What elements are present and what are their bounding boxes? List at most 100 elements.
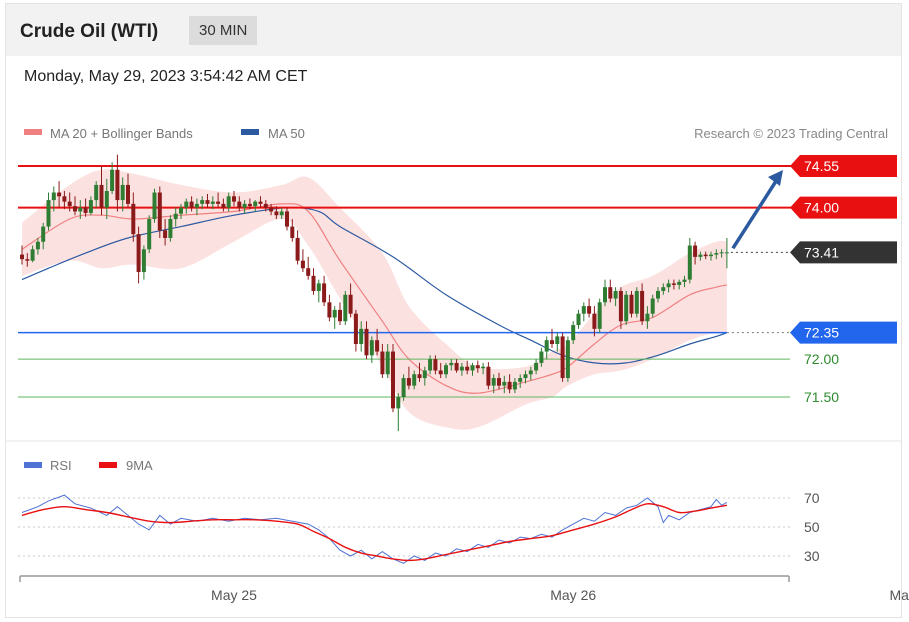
candle-body xyxy=(173,213,178,220)
candle xyxy=(322,275,327,307)
candle-body xyxy=(396,397,401,409)
candle-body xyxy=(200,200,205,204)
candle-body xyxy=(576,313,581,326)
rsi-legend-swatch xyxy=(24,462,42,468)
candle-body xyxy=(338,309,342,322)
candle xyxy=(152,188,157,223)
candle-body xyxy=(560,336,565,379)
candle-body xyxy=(608,287,613,299)
candle-body xyxy=(565,340,570,379)
candle-body xyxy=(640,290,645,322)
candle-body xyxy=(618,290,623,322)
candle-body xyxy=(126,184,130,204)
candle xyxy=(327,294,332,322)
candle-body xyxy=(687,245,692,280)
candle-body xyxy=(629,294,634,314)
candle-body xyxy=(147,219,152,250)
candle-body xyxy=(433,359,438,371)
candle-body xyxy=(661,287,666,291)
candle-body xyxy=(327,302,332,318)
candle-body xyxy=(131,203,136,235)
candle-body xyxy=(263,203,268,208)
candle xyxy=(343,290,348,326)
candle-body xyxy=(385,351,390,375)
candle-body xyxy=(475,365,480,369)
candle xyxy=(300,249,305,273)
candle-body xyxy=(454,362,459,371)
candle-body xyxy=(719,252,724,254)
candle-body xyxy=(247,203,252,207)
candle xyxy=(550,328,554,348)
candle xyxy=(295,230,300,265)
candle xyxy=(401,374,406,401)
resistance-value: 74.55 xyxy=(804,158,839,174)
candle-body xyxy=(666,283,671,288)
ma50-legend-label: MA 50 xyxy=(268,126,305,141)
candle-body xyxy=(539,351,544,363)
candle-body xyxy=(99,184,104,208)
candle-body xyxy=(110,169,115,191)
candle-body xyxy=(210,201,215,204)
candle-body xyxy=(115,169,120,201)
candle-body xyxy=(656,290,660,299)
candle-body xyxy=(253,201,258,207)
candle-body xyxy=(380,351,385,375)
candle-body xyxy=(603,287,607,303)
candle xyxy=(391,343,395,413)
candle-body xyxy=(120,184,125,201)
candle xyxy=(634,287,639,318)
candle-body xyxy=(94,184,99,201)
candle-body xyxy=(189,201,194,208)
candle xyxy=(136,226,141,284)
candle-body xyxy=(375,340,380,352)
candle-body xyxy=(62,196,67,202)
candle-body xyxy=(88,200,93,213)
candle-body xyxy=(152,192,157,220)
research-credit: Research © 2023 Trading Central xyxy=(694,126,888,141)
x-tick-label: May 26 xyxy=(550,587,596,603)
candle xyxy=(603,279,607,307)
candle-body xyxy=(104,190,109,208)
candle xyxy=(486,362,491,390)
candle-body xyxy=(221,203,226,208)
price-chart: MA 20 + Bollinger Bands MA 50 Research ©… xyxy=(6,126,909,603)
candle-body xyxy=(20,254,24,260)
candle-body xyxy=(438,370,443,375)
candle-body xyxy=(571,325,576,341)
rsi-ma-legend-label: 9MA xyxy=(126,458,153,473)
candle-body xyxy=(491,378,496,386)
candle-body xyxy=(311,275,316,291)
candle-body xyxy=(459,366,464,371)
candle xyxy=(168,215,173,242)
x-tick-label: May 29 xyxy=(889,587,909,603)
forecast-arrow-shaft xyxy=(731,177,780,250)
candle-body xyxy=(157,192,162,231)
candle-body xyxy=(391,351,395,409)
candle-body xyxy=(677,281,682,285)
candle-body xyxy=(237,201,242,208)
rsi-pane: 70 50 30 xyxy=(18,490,820,564)
ma20-legend-swatch xyxy=(24,129,42,135)
candle-body xyxy=(332,309,337,318)
candle-body xyxy=(184,201,189,208)
candle xyxy=(147,215,152,254)
candle xyxy=(576,309,581,329)
candle-body xyxy=(422,370,427,379)
candle-body xyxy=(57,192,62,197)
candle xyxy=(396,393,401,432)
candle-body xyxy=(343,294,348,322)
candle xyxy=(338,302,342,326)
candle-body xyxy=(274,211,279,216)
candle-body xyxy=(205,200,210,204)
rsi-ma-legend-swatch xyxy=(99,462,117,468)
candle-body xyxy=(35,241,40,250)
candle-body xyxy=(216,201,221,204)
candle-body xyxy=(671,283,676,285)
candle-body xyxy=(41,226,46,242)
candle-body xyxy=(316,283,321,291)
candle-body xyxy=(523,374,528,379)
candle xyxy=(587,298,592,318)
candle xyxy=(581,302,586,322)
ma50-legend-swatch xyxy=(241,129,259,135)
candle-body xyxy=(428,359,433,371)
